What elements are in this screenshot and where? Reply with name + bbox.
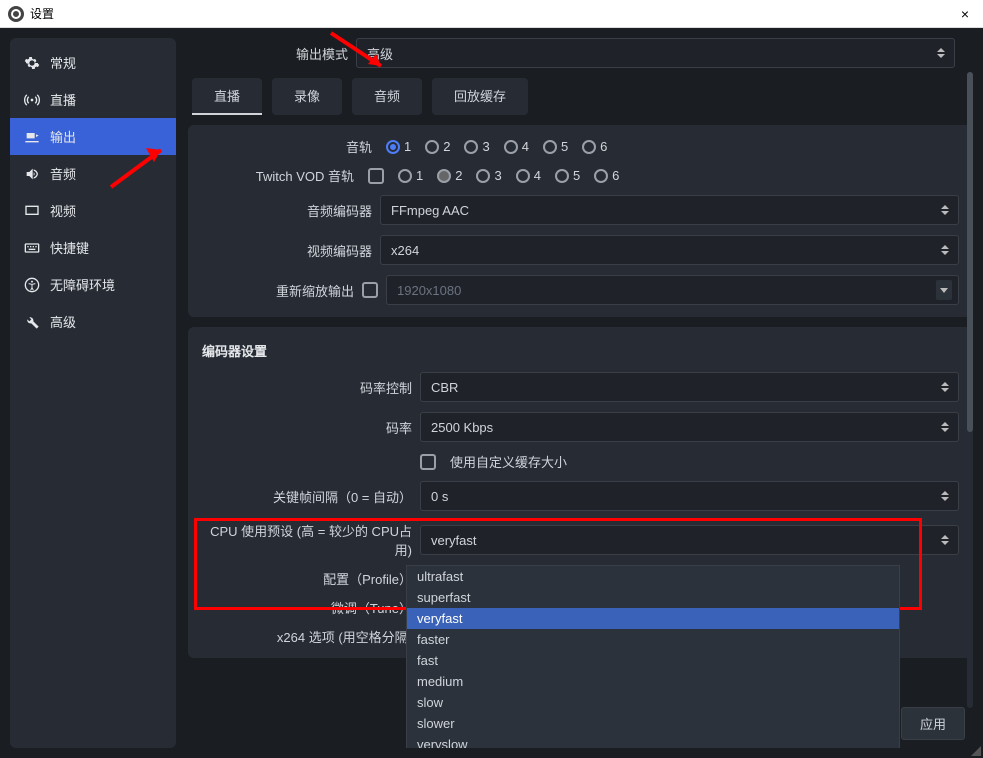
sidebar-item-label: 快捷键: [50, 238, 89, 257]
output-mode-select[interactable]: 高级: [356, 38, 955, 68]
sidebar-item-label: 视频: [50, 201, 76, 220]
track-2-radio[interactable]: [425, 140, 439, 154]
vod-track-checkbox[interactable]: [368, 168, 384, 184]
sidebar-item-label: 音频: [50, 164, 76, 183]
track-3-radio[interactable]: [464, 140, 478, 154]
vod-track-options: 1 2 3 4 5 6: [398, 168, 619, 183]
track-1-radio[interactable]: [386, 140, 400, 154]
bitrate-spinner[interactable]: 2500 Kbps: [420, 412, 959, 442]
antenna-icon: [24, 92, 40, 108]
tune-label: 微调（Tune）: [202, 598, 412, 617]
stream-panel: 音轨 1 2 3 4 5 6 Twitch VOD 音轨: [188, 125, 973, 317]
sidebar-item-output[interactable]: 输出: [10, 118, 176, 155]
tab-stream[interactable]: 直播: [192, 78, 262, 115]
sidebar-item-general[interactable]: 常规: [10, 44, 176, 81]
apply-button[interactable]: 应用: [901, 707, 965, 740]
audio-track-options: 1 2 3 4 5 6: [386, 139, 607, 154]
sidebar-item-label: 输出: [50, 127, 76, 146]
preset-veryfast[interactable]: veryfast: [407, 608, 899, 629]
sidebar: 常规 直播 输出 音频 视频 快捷键: [10, 38, 176, 748]
vod-6-radio[interactable]: [594, 169, 608, 183]
video-encoder-select[interactable]: x264: [380, 235, 959, 265]
chevron-updown-icon: [938, 417, 952, 437]
keyframe-label: 关键帧间隔（0 = 自动）: [202, 487, 412, 506]
scrollbar[interactable]: [967, 72, 973, 708]
gear-icon: [24, 55, 40, 71]
keyboard-icon: [24, 240, 40, 256]
rescale-checkbox[interactable]: [362, 282, 378, 298]
encoder-section-title: 编码器设置: [202, 339, 959, 362]
window-title: 设置: [30, 5, 54, 22]
profile-label: 配置（Profile）: [202, 569, 412, 588]
sidebar-item-advanced[interactable]: 高级: [10, 303, 176, 340]
output-mode-label: 输出模式: [288, 44, 348, 63]
sidebar-item-label: 常规: [50, 53, 76, 72]
cpu-preset-select[interactable]: veryfast: [420, 525, 959, 555]
sidebar-item-video[interactable]: 视频: [10, 192, 176, 229]
bitrate-label: 码率: [202, 418, 412, 437]
vod-5-radio[interactable]: [555, 169, 569, 183]
vod-4-radio[interactable]: [516, 169, 530, 183]
chevron-updown-icon: [934, 43, 948, 63]
tools-icon: [24, 314, 40, 330]
rescale-label: 重新缩放输出: [202, 281, 354, 300]
accessibility-icon: [24, 277, 40, 293]
rate-control-select[interactable]: CBR: [420, 372, 959, 402]
rate-control-label: 码率控制: [202, 378, 412, 397]
track-6-radio[interactable]: [582, 140, 596, 154]
titlebar: 设置 ×: [0, 0, 983, 28]
x264-opts-label: x264 选项 (用空格分隔): [202, 627, 412, 646]
sidebar-item-hotkeys[interactable]: 快捷键: [10, 229, 176, 266]
tab-audio[interactable]: 音频: [352, 78, 422, 115]
chevron-updown-icon: [938, 377, 952, 397]
preset-medium[interactable]: medium: [407, 671, 899, 692]
preset-slower[interactable]: slower: [407, 713, 899, 734]
output-icon: [24, 129, 40, 145]
track-5-radio[interactable]: [543, 140, 557, 154]
rescale-select[interactable]: 1920x1080: [386, 275, 959, 305]
chevron-updown-icon: [938, 530, 952, 550]
preset-veryslow[interactable]: veryslow: [407, 734, 899, 748]
output-tabs: 直播 录像 音频 回放缓存: [188, 78, 973, 115]
audio-encoder-select[interactable]: FFmpeg AAC: [380, 195, 959, 225]
sidebar-item-accessibility[interactable]: 无障碍环境: [10, 266, 176, 303]
sidebar-item-label: 无障碍环境: [50, 275, 115, 294]
chevron-down-icon: [936, 280, 952, 300]
scrollbar-thumb[interactable]: [967, 72, 973, 432]
preset-faster[interactable]: faster: [407, 629, 899, 650]
vod-1-radio[interactable]: [398, 169, 412, 183]
preset-superfast[interactable]: superfast: [407, 587, 899, 608]
audio-track-label: 音轨: [202, 137, 372, 156]
resize-grip-icon[interactable]: [969, 744, 981, 756]
audio-encoder-label: 音频编码器: [202, 201, 372, 220]
tab-record[interactable]: 录像: [272, 78, 342, 115]
main-panel: 输出模式 高级 直播 录像 音频 回放缓存 音轨: [188, 38, 973, 748]
sidebar-item-audio[interactable]: 音频: [10, 155, 176, 192]
encoder-settings-panel: 编码器设置 码率控制 CBR 码率 2500 Kbps: [188, 327, 973, 658]
custom-buffer-checkbox[interactable]: [420, 454, 436, 470]
sidebar-item-label: 直播: [50, 90, 76, 109]
vod-2-radio[interactable]: [437, 169, 451, 183]
vod-track-label: Twitch VOD 音轨: [202, 166, 354, 185]
vod-3-radio[interactable]: [476, 169, 490, 183]
close-icon[interactable]: ×: [955, 6, 975, 22]
obs-logo-icon: [8, 6, 24, 22]
speaker-icon: [24, 166, 40, 182]
custom-buffer-label: 使用自定义缓存大小: [450, 452, 567, 471]
cpu-preset-dropdown[interactable]: ultrafast superfast veryfast faster fast…: [406, 565, 900, 748]
sidebar-item-stream[interactable]: 直播: [10, 81, 176, 118]
track-4-radio[interactable]: [504, 140, 518, 154]
sidebar-item-label: 高级: [50, 312, 76, 331]
preset-fast[interactable]: fast: [407, 650, 899, 671]
tab-replay[interactable]: 回放缓存: [432, 78, 528, 115]
keyframe-spinner[interactable]: 0 s: [420, 481, 959, 511]
cpu-preset-label: CPU 使用预设 (高 = 较少的 CPU占用): [202, 521, 412, 559]
chevron-updown-icon: [938, 200, 952, 220]
monitor-icon: [24, 203, 40, 219]
preset-ultrafast[interactable]: ultrafast: [407, 566, 899, 587]
chevron-updown-icon: [938, 486, 952, 506]
chevron-updown-icon: [938, 240, 952, 260]
video-encoder-label: 视频编码器: [202, 241, 372, 260]
preset-slow[interactable]: slow: [407, 692, 899, 713]
